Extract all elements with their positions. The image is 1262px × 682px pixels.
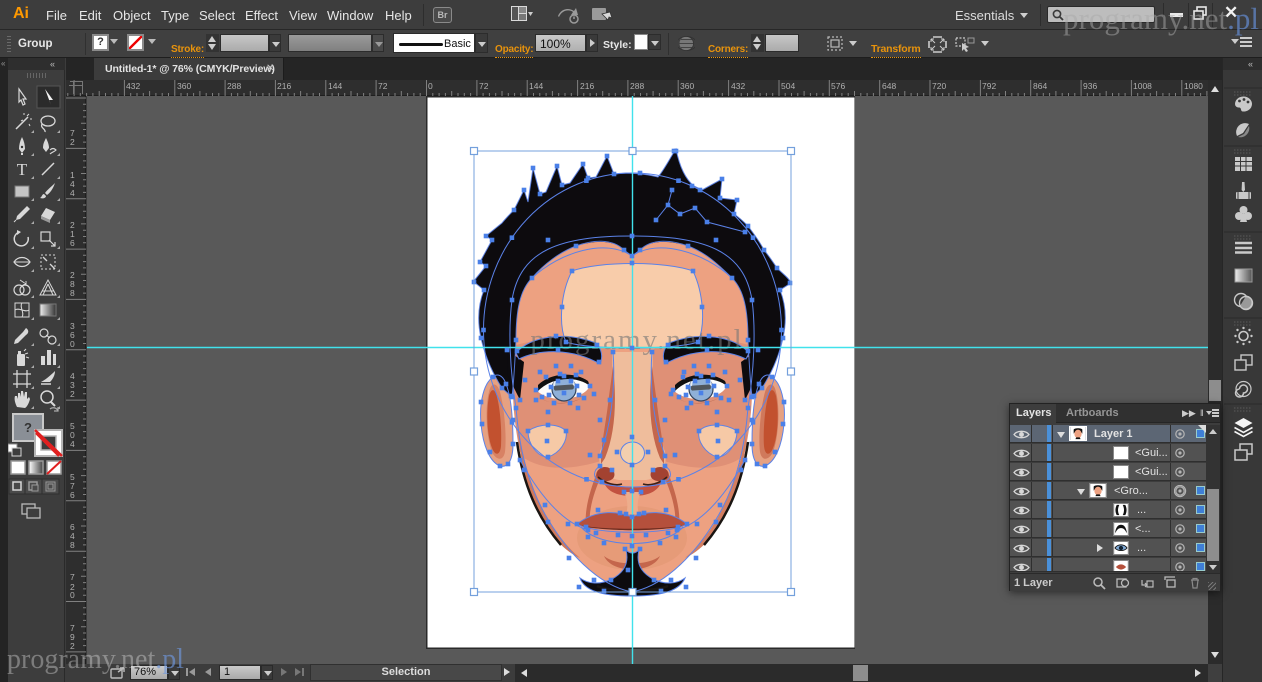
svg-text:?: ? — [24, 420, 32, 435]
svg-text:4: 4 — [70, 188, 75, 198]
svg-text:0: 0 — [70, 339, 75, 349]
svg-text:360: 360 — [177, 81, 191, 91]
svg-text:720: 720 — [932, 81, 946, 91]
svg-text:936: 936 — [1083, 81, 1097, 91]
svg-text:8: 8 — [70, 540, 75, 550]
svg-text:programy.net.pl: programy.net.pl — [530, 324, 743, 356]
svg-text:6: 6 — [70, 238, 75, 248]
svg-text:432: 432 — [731, 81, 745, 91]
svg-text:288: 288 — [227, 81, 241, 91]
svg-text:288: 288 — [630, 81, 644, 91]
svg-text:144: 144 — [328, 81, 342, 91]
svg-text:360: 360 — [680, 81, 694, 91]
svg-text:8: 8 — [70, 288, 75, 298]
svg-text:0: 0 — [428, 81, 433, 91]
svg-text:1080: 1080 — [1184, 81, 1203, 91]
svg-text:72: 72 — [378, 81, 388, 91]
svg-text:144: 144 — [529, 81, 543, 91]
svg-text:4: 4 — [70, 439, 75, 449]
svg-text:864: 864 — [1033, 81, 1047, 91]
svg-text:432: 432 — [126, 81, 140, 91]
svg-text:216: 216 — [277, 81, 291, 91]
svg-text:7: 7 — [70, 572, 75, 582]
svg-text:72: 72 — [479, 81, 489, 91]
svg-text:T: T — [17, 160, 28, 179]
svg-text:1008: 1008 — [1133, 81, 1152, 91]
svg-text:216: 216 — [580, 81, 594, 91]
svg-text:2: 2 — [70, 389, 75, 399]
svg-text:648: 648 — [882, 81, 896, 91]
svg-text:2: 2 — [70, 137, 75, 147]
svg-text:6: 6 — [70, 490, 75, 500]
svg-text:0: 0 — [70, 590, 75, 600]
svg-text:792: 792 — [982, 81, 996, 91]
svg-text:576: 576 — [831, 81, 845, 91]
svg-text:504: 504 — [781, 81, 795, 91]
